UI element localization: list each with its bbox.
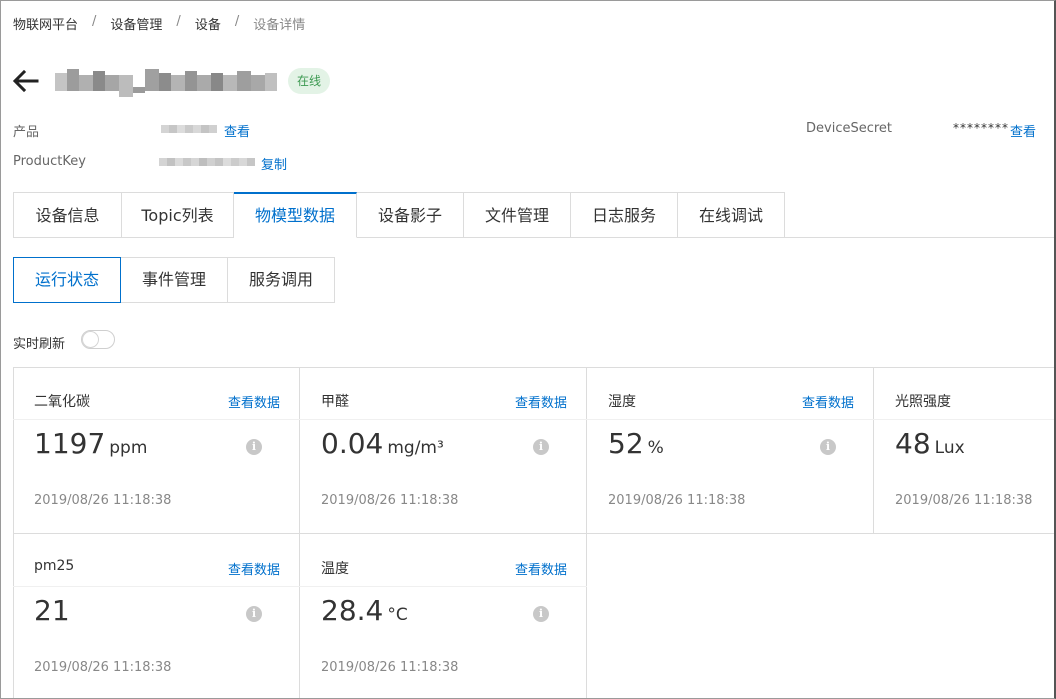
card-title: pm25 — [34, 558, 75, 574]
product-view-link[interactable]: 查看 — [224, 121, 250, 140]
sub-tabs: 运行状态 事件管理 服务调用 — [13, 257, 335, 303]
card-value-number: 21 — [34, 594, 70, 627]
property-card-light-intensity: 光照强度 48 Lux 2019/08/26 11:18:38 — [874, 367, 1054, 533]
card-timestamp: 2019/08/26 11:18:38 — [34, 493, 172, 508]
card-value-number: 48 — [895, 427, 931, 460]
main-tabs: 设备信息 Topic列表 物模型数据 设备影子 文件管理 日志服务 在线调试 — [13, 192, 785, 238]
property-card-pm25: pm25 查看数据 21 i 2019/08/26 11:18:38 — [13, 534, 300, 698]
info-icon[interactable]: i — [533, 606, 549, 622]
card-value: 1197 ppm — [34, 427, 147, 460]
tab-file-management[interactable]: 文件管理 — [464, 192, 571, 238]
productkey-copy-link[interactable]: 复制 — [261, 154, 287, 173]
subtab-event-management[interactable]: 事件管理 — [121, 257, 228, 303]
card-timestamp: 2019/08/26 11:18:38 — [895, 493, 1033, 508]
view-data-link[interactable]: 查看数据 — [228, 392, 280, 411]
view-data-link[interactable]: 查看数据 — [228, 559, 280, 578]
card-title: 二氧化碳 — [34, 394, 90, 410]
card-value-unit: Lux — [934, 438, 965, 458]
property-card-temperature: 温度 查看数据 28.4 °C i 2019/08/26 11:18:38 — [300, 534, 587, 698]
property-cards-grid: 二氧化碳 查看数据 1197 ppm i 2019/08/26 11:18:38 … — [13, 367, 1054, 698]
devicesecret-value: ******** — [953, 121, 1009, 135]
status-badge: 在线 — [288, 68, 331, 94]
product-label: 产品 — [13, 125, 40, 140]
card-title: 甲醛 — [321, 394, 349, 410]
card-timestamp: 2019/08/26 11:18:38 — [34, 660, 172, 675]
breadcrumb: 物联网平台 / 设备管理 / 设备 / 设备详情 — [13, 14, 305, 33]
subtab-running-status[interactable]: 运行状态 — [13, 257, 121, 303]
card-divider — [13, 419, 300, 420]
card-divider — [13, 586, 300, 587]
tab-thing-model-data[interactable]: 物模型数据 — [234, 192, 357, 238]
realtime-refresh-toggle[interactable] — [81, 330, 115, 349]
card-timestamp: 2019/08/26 11:18:38 — [608, 493, 746, 508]
breadcrumb-device-management[interactable]: 设备管理 — [110, 14, 162, 33]
breadcrumb-separator: / — [176, 14, 181, 29]
devicesecret-label: DeviceSecret — [806, 121, 893, 136]
card-timestamp: 2019/08/26 11:18:38 — [321, 660, 459, 675]
property-card-formaldehyde: 甲醛 查看数据 0.04 mg/m³ i 2019/08/26 11:18:38 — [300, 367, 587, 533]
card-value-number: 1197 — [34, 427, 106, 460]
device-name-redacted — [55, 69, 277, 97]
property-card-co2: 二氧化碳 查看数据 1197 ppm i 2019/08/26 11:18:38 — [13, 367, 300, 533]
view-data-link[interactable]: 查看数据 — [802, 392, 854, 411]
card-title: 湿度 — [608, 394, 636, 410]
info-icon[interactable]: i — [246, 439, 262, 455]
card-value: 28.4 °C — [321, 594, 408, 627]
card-value: 0.04 mg/m³ — [321, 427, 444, 460]
card-value-unit: °C — [387, 605, 408, 625]
toggle-knob — [83, 332, 98, 347]
realtime-refresh-label: 实时刷新 — [13, 337, 66, 352]
product-value-redacted — [161, 125, 217, 133]
tab-device-shadow[interactable]: 设备影子 — [357, 192, 464, 238]
card-value-unit: mg/m³ — [387, 438, 444, 458]
breadcrumb-iot-platform[interactable]: 物联网平台 — [13, 14, 78, 33]
property-card-humidity: 湿度 查看数据 52% i 2019/08/26 11:18:38 — [587, 367, 874, 533]
card-title: 温度 — [321, 561, 349, 577]
breadcrumb-separator: / — [234, 14, 240, 29]
card-divider — [300, 586, 587, 587]
tab-online-debug[interactable]: 在线调试 — [678, 192, 785, 238]
card-value-unit: ppm — [109, 438, 148, 458]
breadcrumb-device-detail: 设备详情 — [253, 18, 306, 33]
tab-topic-list[interactable]: Topic列表 — [122, 192, 234, 238]
card-divider — [874, 419, 1054, 420]
card-value-number: 52 — [608, 427, 644, 460]
back-arrow-icon[interactable] — [11, 67, 41, 95]
breadcrumb-separator: / — [92, 14, 97, 29]
view-data-link[interactable]: 查看数据 — [515, 559, 567, 578]
card-value-unit: % — [647, 438, 664, 458]
card-value: 52% — [608, 427, 664, 460]
card-timestamp: 2019/08/26 11:18:38 — [321, 493, 459, 508]
productkey-value-redacted — [159, 158, 255, 166]
subtab-service-invocation[interactable]: 服务调用 — [228, 257, 335, 303]
info-icon[interactable]: i — [533, 439, 549, 455]
card-title: 光照强度 — [895, 394, 951, 410]
card-divider — [587, 419, 874, 420]
productkey-label: ProductKey — [13, 154, 86, 169]
view-data-link[interactable]: 查看数据 — [515, 392, 567, 411]
tab-device-info[interactable]: 设备信息 — [13, 192, 122, 238]
card-divider — [300, 419, 587, 420]
info-icon[interactable]: i — [820, 439, 836, 455]
card-value: 48 Lux — [895, 427, 965, 460]
card-value: 21 — [34, 594, 74, 627]
app-frame: 物联网平台 / 设备管理 / 设备 / 设备详情 在线 产品 查看 Produc… — [0, 0, 1056, 699]
tab-log-service[interactable]: 日志服务 — [571, 192, 678, 238]
breadcrumb-devices[interactable]: 设备 — [195, 14, 221, 33]
info-icon[interactable]: i — [246, 606, 262, 622]
card-value-number: 28.4 — [321, 594, 384, 627]
card-value-number: 0.04 — [321, 427, 384, 460]
devicesecret-view-link[interactable]: 查看 — [1010, 121, 1036, 140]
